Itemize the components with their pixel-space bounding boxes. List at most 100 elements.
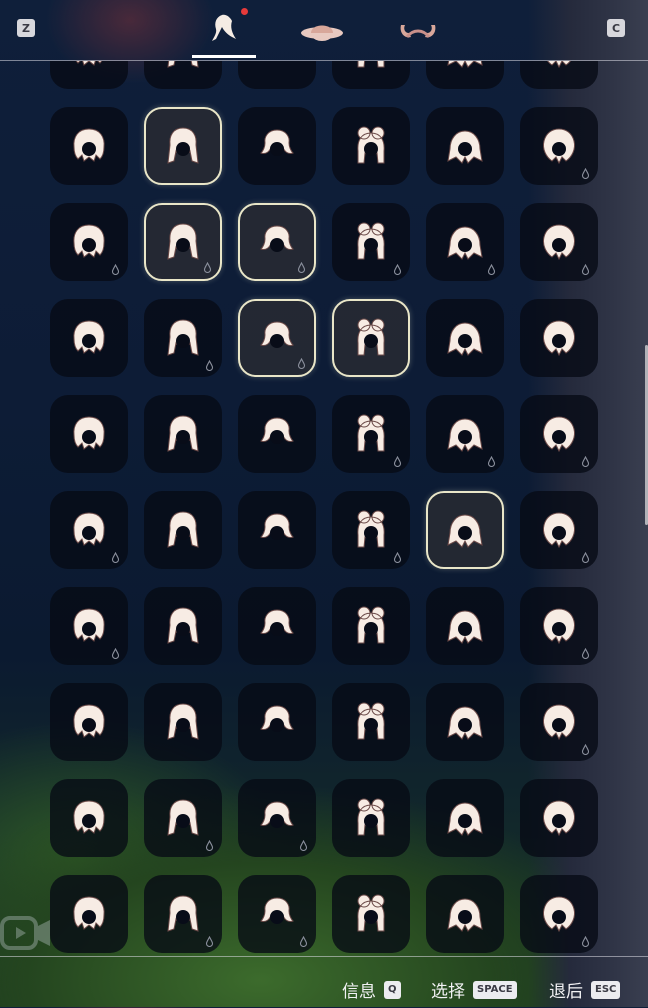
cosmetic-item[interactable] [520, 107, 598, 185]
candle-drop-icon [581, 936, 590, 947]
cosmetic-item[interactable] [520, 779, 598, 857]
spiky-hair-icon [357, 318, 385, 356]
camera-icon [0, 916, 50, 950]
cosmetic-item[interactable] [238, 107, 316, 185]
cosmetic-item[interactable] [426, 299, 504, 377]
cosmetic-item[interactable] [332, 779, 410, 857]
cosmetic-item[interactable] [520, 683, 598, 761]
tab-horns[interactable] [386, 6, 450, 58]
category-tab-bar: Z C [0, 0, 648, 61]
cosmetic-item[interactable] [426, 587, 504, 665]
cosmetic-item[interactable] [520, 203, 598, 281]
cosmetic-item[interactable] [238, 779, 316, 857]
cosmetic-item[interactable] [520, 61, 598, 89]
mask-hair-icon [260, 897, 294, 924]
side-braid-hair-icon [260, 513, 294, 540]
candle-drop-icon [581, 744, 590, 755]
cosmetic-item[interactable] [50, 683, 128, 761]
cosmetic-item[interactable] [332, 107, 410, 185]
hint-back-key: ESC [591, 980, 621, 999]
cosmetic-item[interactable] [520, 587, 598, 665]
cosmetic-item[interactable] [426, 875, 504, 953]
cosmetic-item[interactable] [50, 299, 128, 377]
hair-icon [212, 14, 236, 41]
cosmetic-item[interactable] [238, 683, 316, 761]
cosmetic-item[interactable] [332, 683, 410, 761]
candle-drop-icon [111, 648, 120, 659]
cosmetic-item[interactable] [50, 107, 128, 185]
cosmetic-item[interactable] [50, 779, 128, 857]
cosmetic-item[interactable] [144, 61, 222, 89]
tab-hair[interactable] [192, 6, 256, 58]
cosmetic-item[interactable] [332, 875, 410, 953]
candle-drop-icon [299, 840, 308, 851]
cosmetic-item[interactable] [144, 299, 222, 377]
pompadour-hair-icon [543, 800, 575, 837]
cosmetic-item[interactable] [238, 491, 316, 569]
prev-tab-key[interactable]: Z [17, 19, 35, 37]
cosmetic-item[interactable] [520, 299, 598, 377]
cosmetic-item[interactable] [144, 107, 222, 185]
next-tab-key[interactable]: C [607, 19, 625, 37]
candle-drop-icon [393, 264, 402, 275]
cosmetic-item[interactable] [426, 61, 504, 89]
hint-select[interactable]: 选择 SPACE [431, 977, 517, 1002]
short-bob-hair-icon [73, 128, 105, 162]
cosmetic-item[interactable] [238, 587, 316, 665]
earring-hair-icon [260, 705, 294, 732]
cosmetic-item[interactable] [238, 875, 316, 953]
cosmetic-item[interactable] [144, 875, 222, 953]
hint-info[interactable]: 信息 Q [342, 977, 401, 1002]
tab-hats[interactable] [290, 6, 354, 58]
cosmetic-item[interactable] [238, 299, 316, 377]
cosmetic-item[interactable] [520, 875, 598, 953]
ponytail-hair-icon [167, 127, 199, 164]
partial-hair-icon [167, 61, 199, 68]
cosmetic-item[interactable] [332, 587, 410, 665]
cosmetic-item[interactable] [238, 203, 316, 281]
cosmetic-item[interactable] [426, 683, 504, 761]
cosmetic-item[interactable] [50, 395, 128, 473]
beanie-hair-icon [543, 704, 575, 741]
cosmetic-item[interactable] [144, 395, 222, 473]
cosmetic-item[interactable] [144, 203, 222, 281]
cosmetic-item[interactable] [520, 491, 598, 569]
cosmetic-item[interactable] [50, 491, 128, 569]
cosmetic-item[interactable] [426, 395, 504, 473]
cosmetic-item[interactable] [332, 299, 410, 377]
cosmetic-item[interactable] [332, 395, 410, 473]
hint-back[interactable]: 退后 ESC [549, 977, 621, 1002]
cosmetic-item[interactable] [238, 61, 316, 89]
cosmetic-item[interactable] [50, 203, 128, 281]
side-ponytail-hair-icon [447, 802, 483, 836]
wide-hat-icon [260, 225, 294, 252]
cosmetic-item[interactable] [50, 875, 128, 953]
partial-hair-icon [447, 61, 483, 68]
hood-ring-icon [543, 512, 575, 549]
cosmetic-item[interactable] [144, 587, 222, 665]
swoop-hair-icon [357, 798, 385, 836]
cosmetic-item[interactable] [50, 587, 128, 665]
hint-info-label: 信息 [342, 982, 376, 1002]
cosmetic-item[interactable] [50, 61, 128, 89]
candle-drop-icon [581, 264, 590, 275]
cosmetic-item[interactable] [144, 683, 222, 761]
cosmetic-item[interactable] [426, 203, 504, 281]
notification-dot [241, 8, 248, 15]
candle-drop-icon [581, 552, 590, 563]
bun-braids-hair-icon [167, 223, 199, 260]
cosmetic-item[interactable] [426, 779, 504, 857]
cosmetic-item[interactable] [144, 491, 222, 569]
cosmetic-item[interactable] [332, 61, 410, 89]
cosmetic-item[interactable] [426, 107, 504, 185]
cosmetic-item[interactable] [332, 491, 410, 569]
control-hints-bar: 信息 Q 选择 SPACE 退后 ESC [0, 956, 648, 1008]
cosmetic-item[interactable] [520, 395, 598, 473]
cosmetic-item[interactable] [238, 395, 316, 473]
cosmetic-item[interactable] [426, 491, 504, 569]
swept-hair-icon [447, 130, 483, 164]
partial-hair-icon [75, 61, 103, 66]
cosmetic-item[interactable] [144, 779, 222, 857]
cosmetic-item[interactable] [332, 203, 410, 281]
hat-icon [301, 25, 343, 41]
